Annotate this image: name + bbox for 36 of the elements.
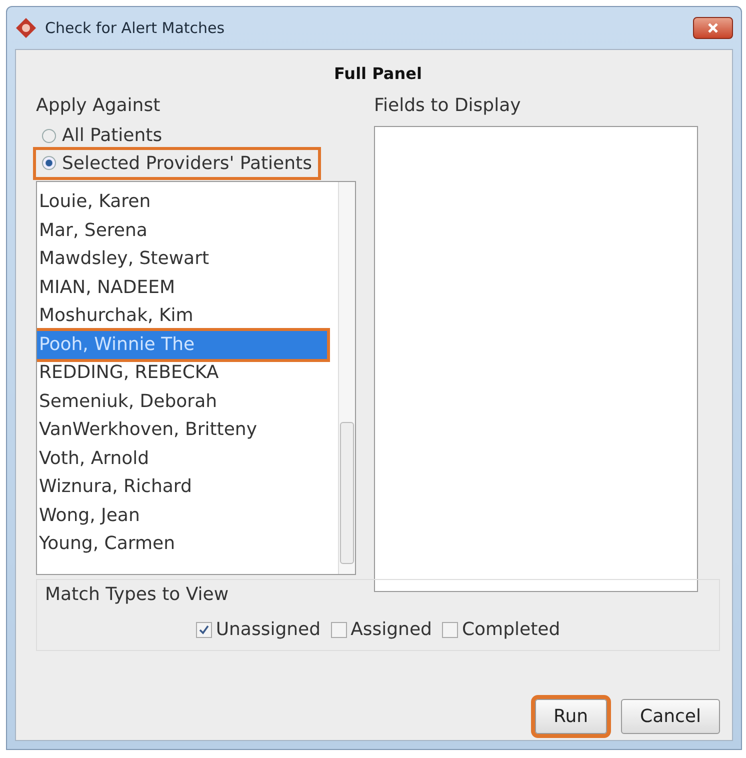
group-label: Match Types to View — [45, 584, 230, 605]
checkbox[interactable] — [330, 622, 347, 638]
checkbox-label: Completed — [462, 619, 560, 640]
list-item[interactable]: REDDING, REBECKA — [37, 359, 338, 388]
close-icon — [707, 22, 719, 34]
list-item[interactable]: Wiznura, Richard — [37, 473, 338, 502]
list-item[interactable]: Voth, Arnold — [37, 444, 338, 473]
radio-label: All Patients — [62, 125, 162, 146]
list-item[interactable]: Young, Carmen — [37, 530, 338, 558]
dialog-button[interactable]: Cancel — [621, 699, 720, 734]
fields-list[interactable] — [374, 126, 698, 592]
radio-option[interactable]: Selected Providers' Patients — [36, 150, 318, 177]
checkbox-label: Unassigned — [216, 619, 321, 640]
radio-option[interactable]: All Patients — [36, 122, 168, 150]
radio-label: Selected Providers' Patients — [62, 152, 312, 174]
checkbox[interactable] — [196, 622, 212, 638]
list-item[interactable]: Mar, Serena — [37, 216, 338, 245]
window-title: Check for Alert Matches — [45, 19, 226, 37]
close-button[interactable] — [693, 17, 733, 39]
panel-heading: Full Panel — [333, 64, 423, 83]
scrollbar[interactable] — [338, 182, 355, 574]
checkbox-option[interactable]: Completed — [442, 619, 560, 640]
checkbox-option[interactable]: Assigned — [330, 619, 432, 640]
list-item[interactable]: Wong, Jean — [37, 502, 338, 530]
checkbox-option[interactable]: Unassigned — [196, 619, 321, 640]
list-item[interactable]: MIAN, NADEEM — [37, 274, 338, 302]
list-item[interactable]: Mawdsley, Stewart — [37, 245, 338, 274]
list-item[interactable]: Semeniuk, Deborah — [37, 388, 338, 416]
group-label: Apply Against — [36, 95, 162, 116]
diamond-logo-icon — [15, 17, 37, 39]
group-label: Fields to Display — [374, 95, 522, 116]
list-item[interactable]: Louie, Karen — [37, 188, 338, 216]
list-item[interactable]: VanWerkhoven, Britteny — [37, 416, 338, 444]
list-item[interactable]: Moshurchak, Kim — [37, 302, 338, 330]
checkbox-label: Assigned — [350, 619, 432, 640]
checkbox[interactable] — [442, 622, 458, 638]
